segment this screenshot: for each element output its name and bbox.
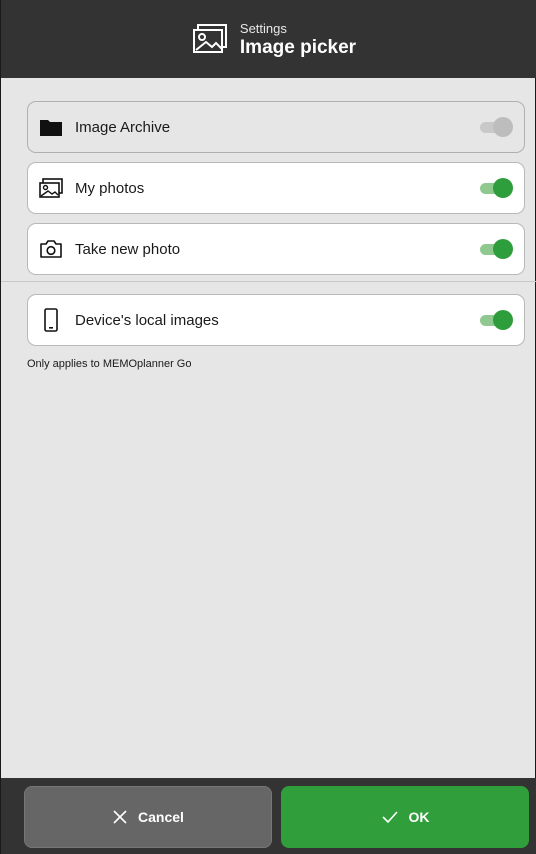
header-subtitle: Settings <box>239 20 287 36</box>
toggle-device-local-images[interactable] <box>480 310 513 330</box>
option-label: Image Archive <box>75 118 171 136</box>
option-device-local-images[interactable]: Device's local images <box>27 294 525 346</box>
close-icon <box>112 809 128 825</box>
option-my-photos[interactable]: My photos <box>27 162 525 214</box>
camera-icon <box>38 237 64 261</box>
option-image-archive[interactable]: Image Archive <box>27 101 525 153</box>
toggle-take-new-photo[interactable] <box>480 239 513 259</box>
ok-button[interactable]: OK <box>281 786 529 848</box>
cancel-button[interactable]: Cancel <box>24 786 272 848</box>
settings-screen: Settings Image picker Image Archive My p… <box>0 0 536 854</box>
toggle-knob <box>493 239 513 259</box>
footer-bar: Cancel OK <box>1 778 536 854</box>
header-content: Settings Image picker <box>192 22 356 57</box>
toggle-knob <box>493 178 513 198</box>
header-bar: Settings Image picker <box>1 0 536 78</box>
folder-icon <box>38 115 64 139</box>
device-images-note: Only applies to MEMOplanner Go <box>27 358 192 370</box>
option-label: Take new photo <box>75 240 181 258</box>
header-text: Settings Image picker <box>240 22 356 57</box>
option-label: My photos <box>75 179 145 197</box>
toggle-knob <box>493 310 513 330</box>
option-label: Device's local images <box>75 311 219 329</box>
phone-icon <box>38 308 64 332</box>
cancel-label: Cancel <box>138 809 184 825</box>
section-divider <box>1 281 536 282</box>
toggle-knob <box>493 117 513 137</box>
option-take-new-photo[interactable]: Take new photo <box>27 223 525 275</box>
photos-icon <box>38 176 64 200</box>
toggle-image-archive[interactable] <box>480 117 513 137</box>
checkmark-icon <box>381 810 399 824</box>
toggle-my-photos[interactable] <box>480 178 513 198</box>
page-title: Image picker <box>239 36 357 58</box>
ok-label: OK <box>408 809 430 825</box>
image-icon <box>192 23 228 55</box>
